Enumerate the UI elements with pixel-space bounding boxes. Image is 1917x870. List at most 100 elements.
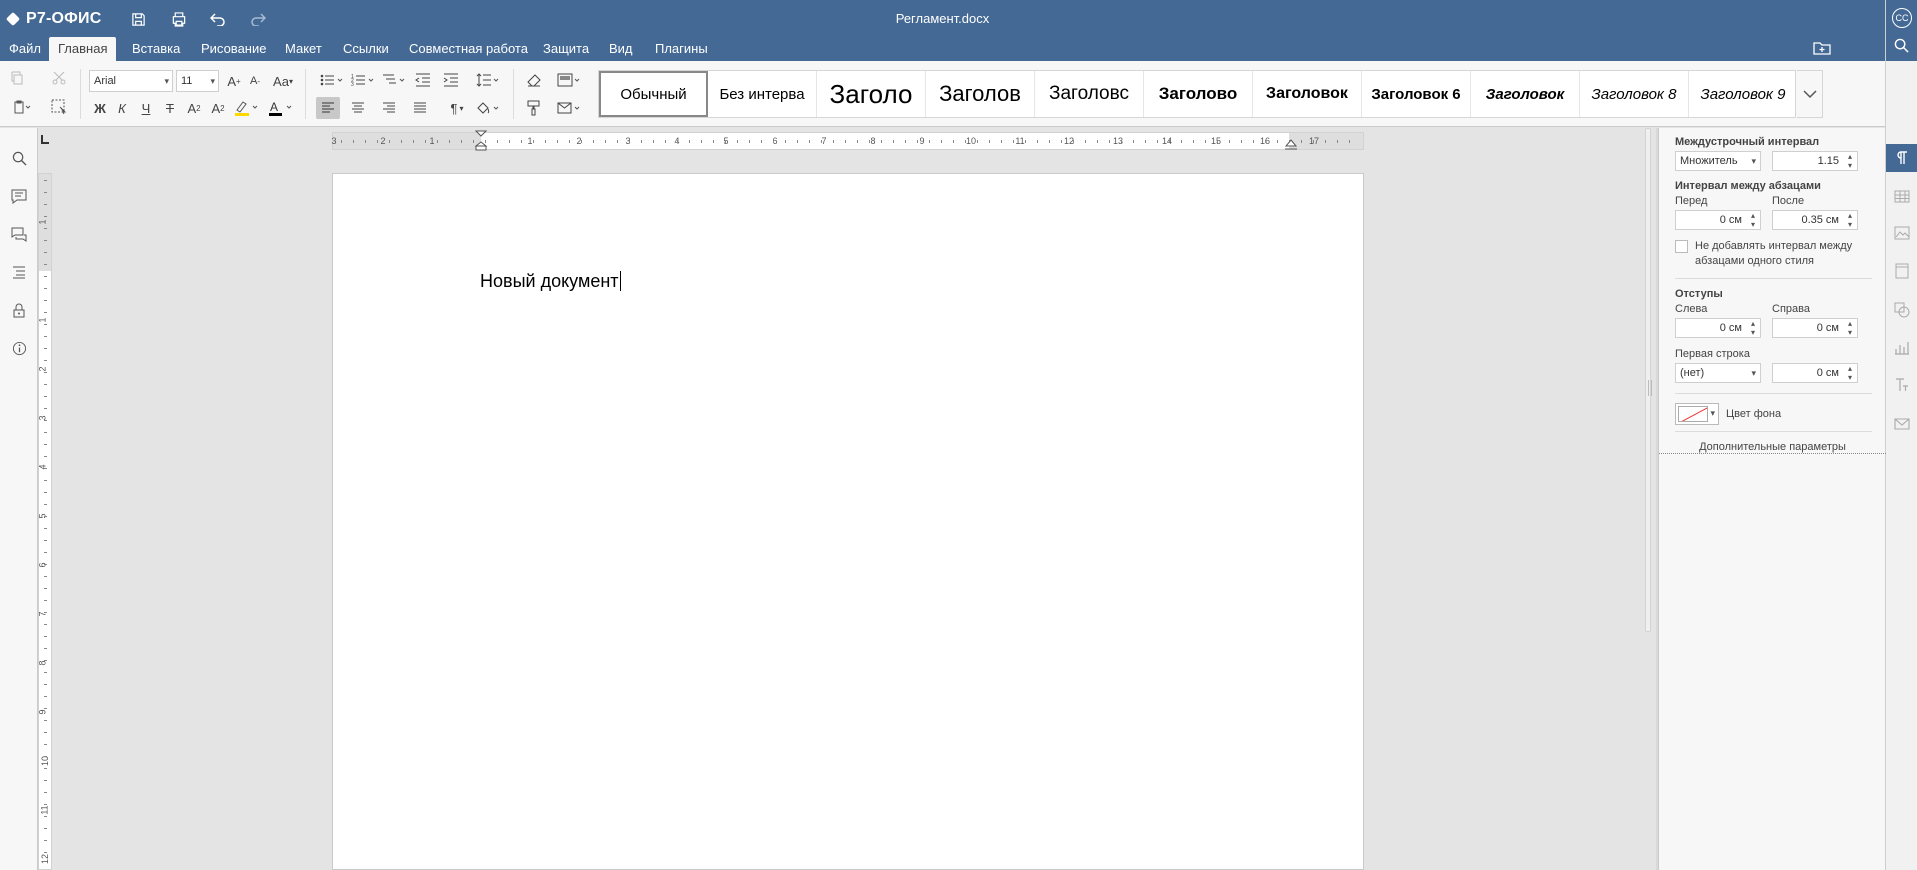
comments-icon[interactable] [7,184,31,208]
nonprinting-characters-icon[interactable]: ¶ ▾ [443,97,471,119]
spinner-arrows-icon[interactable]: ▴ ▾ [1845,152,1855,170]
change-case-icon[interactable]: Aa ▾ [268,70,298,92]
shape-settings-icon[interactable] [1892,300,1912,320]
search-icon[interactable] [7,146,31,170]
save-icon[interactable] [125,8,151,30]
right-indent-marker[interactable] [1284,139,1298,151]
tab-plugins[interactable]: Плагины [646,37,717,61]
bold-button[interactable]: Ж [88,97,112,119]
mail-merge-toolbar-icon[interactable] [555,97,585,119]
style-no-spacing[interactable]: Без интерва [708,71,817,117]
copy-style-icon[interactable] [522,97,546,119]
italic-button[interactable]: К [110,97,134,119]
line-spacing-type-combo[interactable]: Множитель ▾ [1675,151,1761,171]
strikethrough-button[interactable]: Т [158,97,182,119]
tab-home[interactable]: Главная [49,37,117,61]
paste-icon[interactable] [8,96,36,118]
copy-icon[interactable] [5,67,29,89]
cut-icon[interactable] [47,67,71,89]
document-paragraph[interactable]: Новый документ [480,271,621,292]
chat-icon[interactable] [7,222,31,246]
left-indent-spinner[interactable]: 0 см ▴ ▾ [1675,318,1761,338]
background-color-picker[interactable]: ▾ [1675,403,1719,425]
first-line-value-spinner[interactable]: 0 см ▴ ▾ [1772,363,1858,383]
first-line-type-combo[interactable]: (нет) ▾ [1675,363,1761,383]
navigation-icon[interactable] [7,260,31,284]
spinner-arrows-icon[interactable]: ▴ ▾ [1748,319,1758,337]
bullets-icon[interactable] [318,69,348,91]
underline-button[interactable]: Ч [134,97,158,119]
table-settings-icon[interactable] [1892,186,1912,206]
superscript-icon[interactable]: A2 [182,97,206,119]
line-spacing-value-spinner[interactable]: 1.15 ▴ ▾ [1772,151,1858,171]
tab-file[interactable]: Файл [0,37,50,61]
tab-protection[interactable]: Защита [534,37,598,61]
font-size-combo[interactable]: 11 ▾ [176,70,219,92]
style-normal[interactable]: Обычный [599,71,708,117]
spacing-after-spinner[interactable]: 0.35 см ▴ ▾ [1772,210,1858,230]
styles-expand-button[interactable] [1797,70,1823,118]
paragraph-settings-icon[interactable] [1886,144,1917,172]
select-all-icon[interactable] [47,96,71,118]
style-heading-4[interactable]: Заголово [1144,71,1253,117]
style-heading-2[interactable]: Заголов [926,71,1035,117]
spinner-arrows-icon[interactable]: ▴ ▾ [1748,211,1758,229]
paragraph-shading-icon[interactable] [474,97,504,119]
decrease-indent-icon[interactable] [411,69,435,91]
highlight-color-icon[interactable] [232,97,262,119]
tab-insert[interactable]: Вставка [123,37,189,61]
document-text[interactable]: Новый документ [480,271,619,291]
first-line-indent-marker[interactable] [474,130,488,152]
multilevel-list-icon[interactable] [380,69,410,91]
splitter-grip[interactable] [1648,380,1652,396]
style-heading-9[interactable]: Заголовок 9 [1689,71,1795,117]
horizontal-ruler[interactable]: 3211234567891011121314151617 [331,130,1364,152]
tab-references[interactable]: Ссылки [334,37,398,61]
chart-settings-icon[interactable] [1892,338,1912,358]
open-file-location-icon[interactable] [1813,41,1835,59]
subscript-icon[interactable]: A2 [206,97,230,119]
document-page[interactable]: Новый документ [332,173,1364,870]
header-footer-settings-icon[interactable] [1892,261,1912,281]
text-art-settings-icon[interactable] [1892,375,1912,395]
style-heading-5[interactable]: Заголовок [1253,71,1362,117]
about-info-icon[interactable] [7,336,31,360]
search-icon[interactable] [1894,38,1910,54]
lock-icon[interactable] [7,298,31,322]
redo-icon[interactable] [245,8,271,30]
align-left-icon[interactable] [316,97,340,119]
style-heading-3[interactable]: Заголовс [1035,71,1144,117]
style-heading-8[interactable]: Заголовок 8 [1580,71,1689,117]
undo-icon[interactable] [205,8,231,30]
user-avatar[interactable]: СС [1892,8,1912,28]
style-heading-7[interactable]: Заголовок [1471,71,1580,117]
tab-draw[interactable]: Рисование [192,37,275,61]
vertical-ruler[interactable]: 1 1 2 3 4 5 6 7 8 9 10 11 12 [38,173,52,870]
font-color-icon[interactable]: A [266,97,296,119]
align-right-icon[interactable] [377,97,401,119]
numbering-icon[interactable]: 123 [349,69,379,91]
color-scheme-icon[interactable] [555,69,585,91]
font-name-combo[interactable]: Arial ▾ [89,70,173,92]
spinner-arrows-icon[interactable]: ▴ ▾ [1845,319,1855,337]
spinner-arrows-icon[interactable]: ▴ ▾ [1845,211,1855,229]
mail-merge-icon[interactable] [1892,414,1912,434]
tab-view[interactable]: Вид [600,37,642,61]
print-icon[interactable] [166,8,192,30]
dont-add-spacing-checkbox[interactable] [1675,240,1688,253]
line-spacing-icon[interactable] [474,69,504,91]
spinner-arrows-icon[interactable]: ▴ ▾ [1845,364,1855,382]
style-heading-1[interactable]: Заголо [817,71,926,117]
decrease-font-icon[interactable]: A- [243,70,267,92]
tab-layout[interactable]: Макет [276,37,331,61]
justify-icon[interactable] [408,97,432,119]
spacing-before-spinner[interactable]: 0 см ▴ ▾ [1675,210,1761,230]
image-settings-icon[interactable] [1892,223,1912,243]
right-indent-spinner[interactable]: 0 см ▴ ▾ [1772,318,1858,338]
advanced-settings-link[interactable]: Дополнительные параметры [1659,441,1886,454]
tab-stop-selector[interactable] [38,132,52,146]
increase-indent-icon[interactable] [439,69,463,91]
align-center-icon[interactable] [346,97,370,119]
clear-style-icon[interactable] [522,69,546,91]
tab-collaboration[interactable]: Совместная работа [400,37,537,61]
